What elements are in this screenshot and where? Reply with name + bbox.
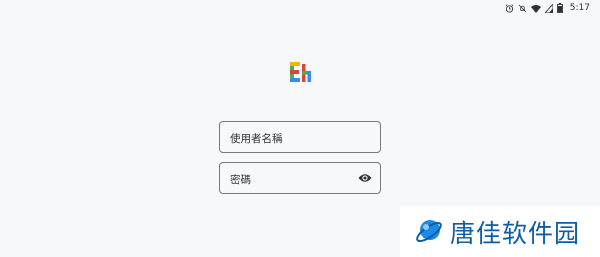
ehviewer-logo-icon bbox=[290, 62, 311, 82]
alarm-icon bbox=[505, 3, 514, 13]
watermark-logo-icon bbox=[416, 219, 442, 242]
password-placeholder: 密碼 bbox=[230, 174, 251, 186]
wifi-icon bbox=[530, 4, 541, 13]
status-icons: 5:17 bbox=[505, 3, 590, 13]
password-field[interactable]: 密碼 bbox=[219, 162, 381, 194]
eye-icon[interactable] bbox=[358, 173, 372, 183]
watermark-text: 唐佳软件园 bbox=[450, 218, 581, 248]
battery-icon bbox=[556, 3, 563, 13]
status-time: 5:17 bbox=[569, 3, 590, 13]
username-field[interactable]: 使用者名稱 bbox=[219, 121, 381, 153]
status-bar: 5:17 bbox=[0, 0, 600, 18]
username-placeholder: 使用者名稱 bbox=[230, 133, 283, 145]
signal-icon bbox=[544, 3, 553, 13]
watermark: 唐佳软件园 bbox=[400, 206, 600, 257]
mute-icon bbox=[518, 4, 527, 12]
